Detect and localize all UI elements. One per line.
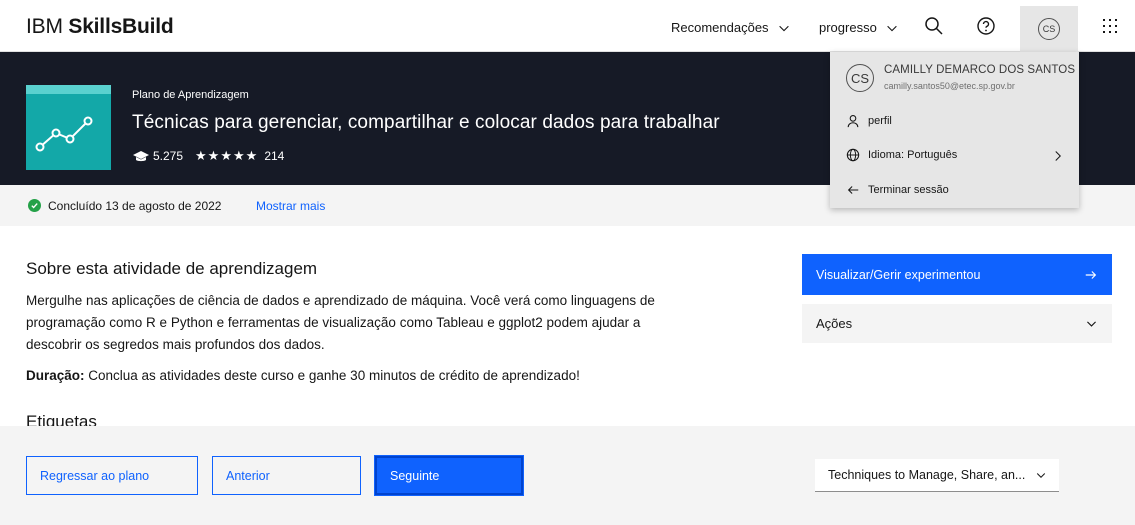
logo-brand: SkillsBuild — [68, 15, 174, 38]
chevron-down-icon — [887, 25, 897, 31]
avatar: CS — [846, 64, 874, 92]
page-title: Técnicas para gerenciar, compartilhar e … — [132, 112, 720, 133]
logout-menu-item[interactable]: Terminar sessão — [846, 183, 949, 197]
app-grid-icon — [1103, 19, 1117, 33]
completed-date: Concluído 13 de agosto de 2022 — [48, 199, 222, 213]
duration-label: Duração: — [26, 368, 85, 383]
thumbnail-bar — [26, 85, 111, 94]
view-manage-experience-button[interactable]: Visualizar/Gerir experimentou — [802, 254, 1112, 295]
cta-label: Visualizar/Gerir experimentou — [816, 267, 981, 282]
user-name: CAMILLY DEMARCO DOS SANTOS — [884, 64, 1076, 76]
user-icon — [847, 115, 859, 128]
nav-progress-menu[interactable]: progresso — [819, 20, 899, 35]
ibm-skillsbuild-logo[interactable]: IBM SkillsBuild — [26, 15, 174, 39]
globe-icon — [846, 148, 860, 162]
plan-type-label: Plano de Aprendizagem — [132, 89, 249, 101]
duration-value: Conclua as atividades deste curso e ganh… — [84, 368, 580, 383]
show-more-link[interactable]: Mostrar mais — [256, 199, 325, 213]
logout-label: Terminar sessão — [868, 184, 949, 196]
chevron-right-icon — [1055, 151, 1061, 161]
app-switcher-button[interactable] — [1096, 12, 1124, 40]
actions-dropdown[interactable]: Ações — [802, 304, 1112, 343]
profile-label: perfil — [868, 115, 892, 127]
nav-recommendations-label: Recomendações — [671, 20, 769, 35]
arrow-right-icon — [1085, 270, 1097, 279]
search-button[interactable] — [920, 12, 948, 40]
nav-recommendations-menu[interactable]: Recomendações — [671, 20, 791, 35]
help-button[interactable] — [972, 12, 1000, 40]
previous-label: Anterior — [226, 468, 270, 483]
chevron-down-icon — [1087, 321, 1096, 327]
next-button[interactable]: Seguinte — [374, 455, 524, 496]
previous-button[interactable]: Anterior — [212, 456, 361, 495]
next-label: Seguinte — [390, 468, 440, 483]
graduation-cap-icon — [133, 151, 149, 162]
back-to-plan-label: Regressar ao plano — [40, 468, 150, 483]
user-menu-panel: CS CAMILLY DEMARCO DOS SANTOS camilly.sa… — [830, 52, 1079, 208]
course-select-value: Techniques to Manage, Share, an... — [828, 468, 1026, 482]
user-avatar-button[interactable]: CS — [1020, 6, 1078, 52]
arrow-left-icon — [847, 186, 859, 194]
plan-thumbnail — [26, 85, 111, 170]
line-chart-icon — [35, 116, 93, 152]
top-header: IBM SkillsBuild Recomendações progresso … — [0, 0, 1135, 52]
course-select[interactable]: Techniques to Manage, Share, an... — [815, 459, 1059, 492]
help-icon — [977, 17, 995, 35]
chevron-down-icon — [1037, 473, 1046, 478]
actions-label: Ações — [816, 316, 853, 331]
duration-text: Duração: Conclua as atividades deste cur… — [26, 368, 580, 383]
plan-stats: 5.275 ★★★★★ 214 — [132, 148, 284, 164]
avatar: CS — [1038, 18, 1060, 40]
rating-count: 214 — [264, 149, 285, 163]
check-circle-icon — [28, 199, 41, 212]
user-email: camilly.santos50@etec.sp.gov.br — [884, 81, 1015, 91]
chevron-down-icon — [778, 25, 789, 31]
language-menu-item[interactable]: Idioma: Português — [846, 148, 957, 162]
nav-progress-label: progresso — [819, 20, 877, 35]
about-section-title: Sobre esta atividade de aprendizagem — [26, 259, 318, 278]
about-description: Mergulhe nas aplicações de ciência de da… — [26, 293, 655, 352]
search-icon — [925, 17, 943, 35]
logo-prefix: IBM — [26, 15, 63, 38]
enrolled-count: 5.275 — [153, 149, 184, 163]
rating-stars: ★★★★★ — [195, 148, 259, 163]
profile-menu-item[interactable]: perfil — [846, 114, 892, 128]
back-to-plan-button[interactable]: Regressar ao plano — [26, 456, 198, 495]
language-label: Idioma: Português — [868, 149, 958, 161]
